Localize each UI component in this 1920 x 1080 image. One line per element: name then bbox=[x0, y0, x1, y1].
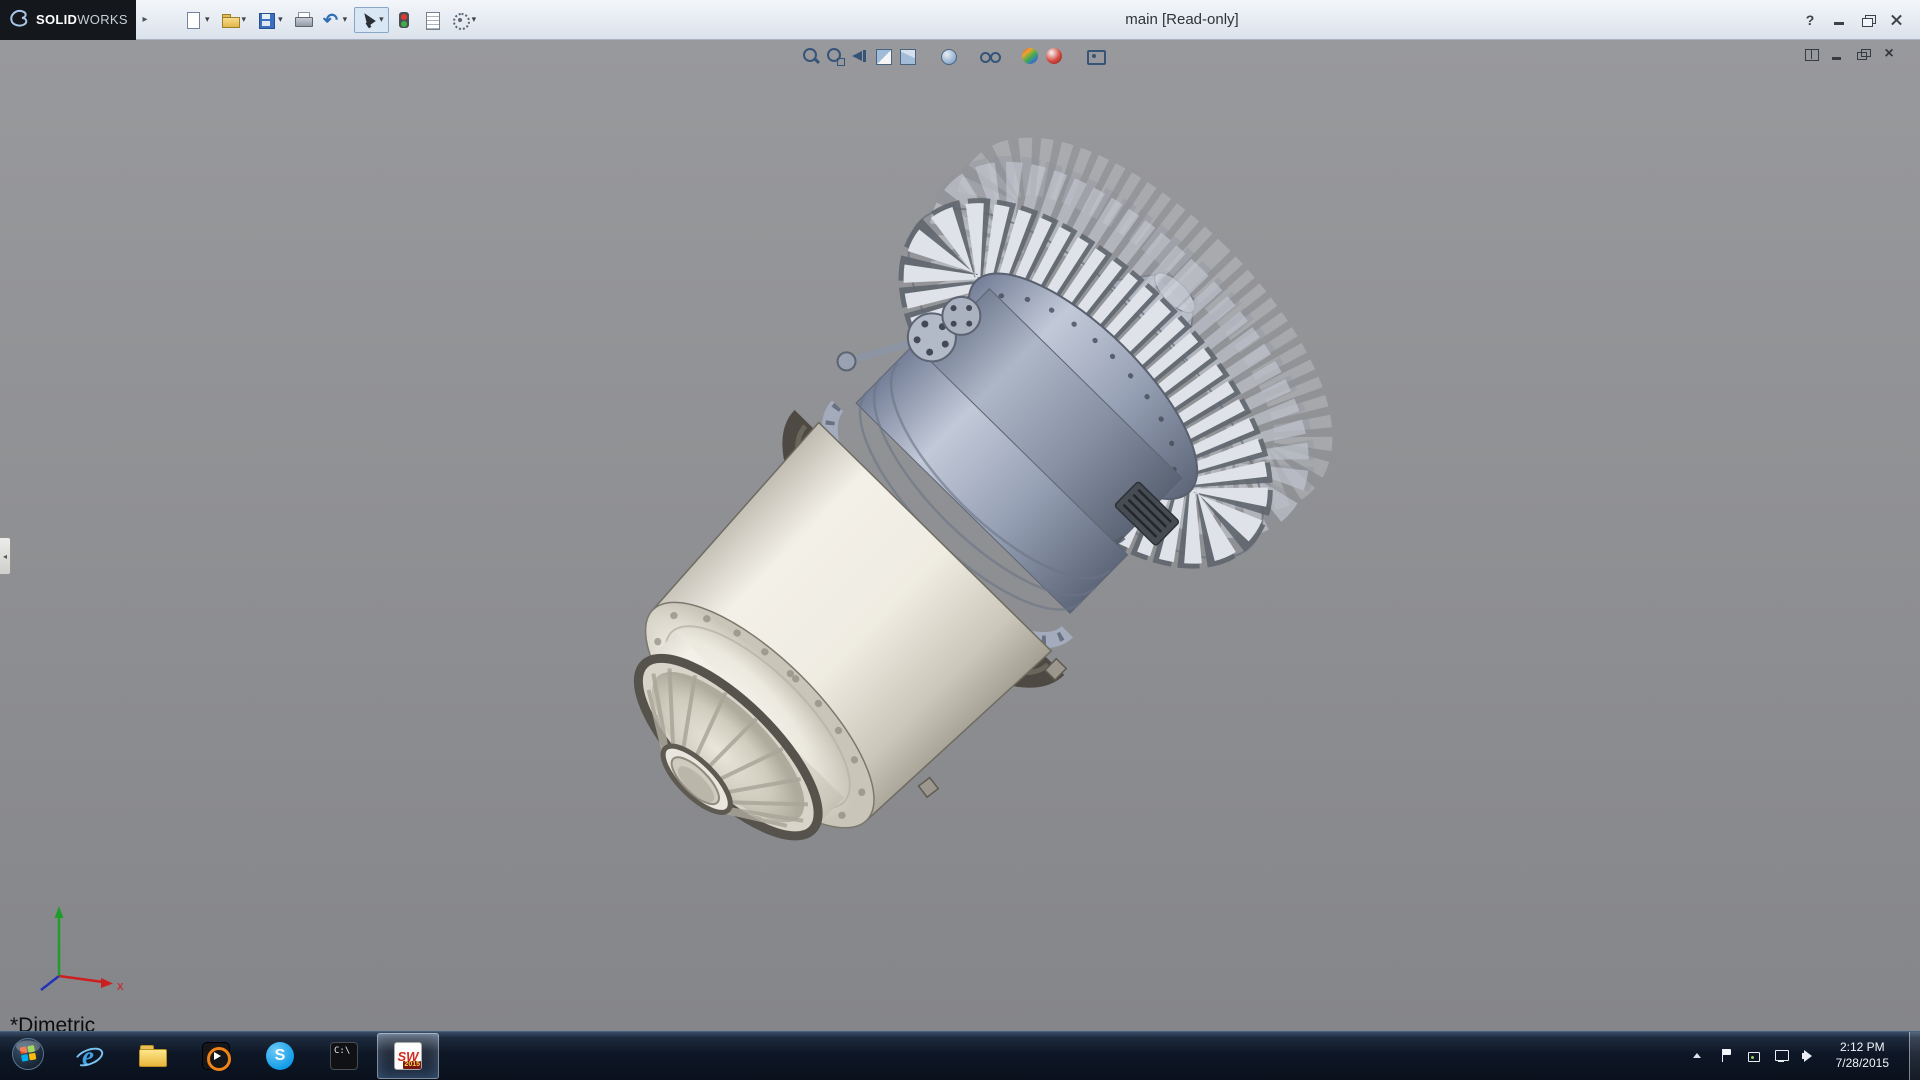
command-prompt-taskbar-button[interactable]: C:\ bbox=[313, 1033, 375, 1079]
window-controls: ? bbox=[1797, 9, 1920, 31]
solidworks-taskbar-button[interactable]: SW 2015 bbox=[377, 1033, 439, 1079]
print-button[interactable] bbox=[290, 7, 316, 33]
minimize-button[interactable] bbox=[1826, 9, 1852, 31]
restore-button[interactable] bbox=[1855, 9, 1881, 31]
solidworks-badge: 2015 bbox=[403, 1061, 421, 1069]
titlebar-toolbar: ▾ ▾ ▾ ↶ ▾ ▾ ▾ bbox=[180, 6, 482, 33]
tile-window-button[interactable] bbox=[1802, 45, 1820, 63]
media-player-taskbar-button[interactable] bbox=[185, 1033, 247, 1079]
titlebar: SOLIDWORKS ▸ ▾ ▾ ▾ ↶ ▾ ▾ ▾ main [Read-only] ? bbox=[0, 0, 1920, 40]
options-icon bbox=[450, 10, 470, 30]
dropdown-caret-icon[interactable]: ▾ bbox=[276, 14, 285, 25]
previous-view-icon[interactable] bbox=[848, 45, 870, 67]
open-icon bbox=[220, 10, 240, 30]
view-settings-icon[interactable] bbox=[1084, 45, 1106, 67]
file-properties-icon bbox=[422, 10, 442, 30]
system-tray: 2:12 PM 7/28/2015 bbox=[1688, 1031, 1920, 1080]
graphics-viewport[interactable]: × ◂ x *Dimetric bbox=[0, 40, 1920, 1031]
undo-button[interactable]: ↶ ▾ bbox=[318, 7, 353, 33]
select-icon bbox=[357, 10, 377, 30]
view-orientation-icon[interactable] bbox=[896, 45, 918, 67]
zoom-to-fit-icon[interactable] bbox=[800, 45, 822, 67]
save-button[interactable]: ▾ bbox=[253, 7, 288, 33]
volume-icon[interactable] bbox=[1800, 1047, 1818, 1065]
brand-name: SOLIDWORKS bbox=[36, 12, 128, 27]
edit-appearance-icon[interactable] bbox=[1019, 45, 1041, 67]
taskbar-clock[interactable]: 2:12 PM 7/28/2015 bbox=[1828, 1040, 1897, 1071]
3ds-logo-icon bbox=[8, 6, 30, 33]
rebuild-icon bbox=[394, 10, 414, 30]
action-center-icon[interactable] bbox=[1716, 1047, 1734, 1065]
print-icon bbox=[293, 10, 313, 30]
help-button[interactable]: ? bbox=[1797, 9, 1823, 31]
file-properties-button[interactable] bbox=[419, 7, 445, 33]
clock-date: 7/28/2015 bbox=[1835, 1056, 1889, 1070]
zoom-to-area-icon[interactable] bbox=[824, 45, 846, 67]
hidden-icons-icon[interactable] bbox=[1688, 1047, 1706, 1065]
triad-x-label: x bbox=[117, 978, 124, 993]
windows-explorer-icon bbox=[138, 1042, 167, 1070]
taskbar: e S C:\ SW 2015 2:12 PM 7/28/2015 bbox=[0, 1031, 1920, 1080]
minimize-doc-button[interactable] bbox=[1828, 45, 1846, 63]
usb-icon[interactable] bbox=[1744, 1047, 1762, 1065]
command-prompt-icon: C:\ bbox=[330, 1042, 358, 1070]
media-player-icon bbox=[202, 1042, 231, 1071]
windows-explorer-taskbar-button[interactable] bbox=[121, 1033, 183, 1079]
dropdown-caret-icon[interactable]: ▾ bbox=[240, 14, 249, 25]
dropdown-caret-icon[interactable]: ▾ bbox=[341, 14, 350, 25]
solidworks-brand: SOLIDWORKS bbox=[0, 0, 136, 40]
tray-icons bbox=[1688, 1047, 1818, 1065]
save-icon bbox=[256, 10, 276, 30]
internet-explorer-icon: e bbox=[74, 1042, 102, 1070]
internet-explorer-taskbar-button[interactable]: e bbox=[57, 1033, 119, 1079]
restore-doc-button[interactable] bbox=[1854, 45, 1872, 63]
select-button[interactable]: ▾ bbox=[354, 6, 389, 33]
windows-start-icon bbox=[11, 1037, 45, 1076]
view-orientation-label: *Dimetric bbox=[10, 1014, 96, 1031]
rebuild-button[interactable] bbox=[391, 7, 417, 33]
clock-time: 2:12 PM bbox=[1839, 1040, 1885, 1055]
dropdown-caret-icon[interactable]: ▾ bbox=[377, 14, 386, 25]
display-style-icon[interactable] bbox=[937, 45, 959, 67]
undo-icon: ↶ bbox=[323, 9, 339, 30]
menu-expand-button[interactable]: ▸ bbox=[136, 0, 154, 40]
skype-icon: S bbox=[266, 1042, 294, 1070]
new-document-button[interactable]: ▾ bbox=[180, 7, 215, 33]
skype-taskbar-button[interactable]: S bbox=[249, 1033, 311, 1079]
close-button[interactable] bbox=[1884, 9, 1910, 31]
taskbar-apps: e S C:\ SW 2015 bbox=[56, 1033, 440, 1079]
show-desktop-button[interactable] bbox=[1909, 1031, 1920, 1080]
network-icon[interactable] bbox=[1772, 1047, 1790, 1065]
hide-show-items-icon[interactable] bbox=[978, 45, 1001, 67]
dropdown-caret-icon[interactable]: ▾ bbox=[203, 14, 212, 25]
solidworks-icon: SW 2015 bbox=[394, 1042, 422, 1070]
document-title: main [Read-only] bbox=[1125, 11, 1239, 28]
headsup-toolbar bbox=[799, 45, 1107, 67]
dropdown-caret-icon[interactable]: ▾ bbox=[470, 14, 479, 25]
options-button[interactable]: ▾ bbox=[447, 7, 482, 33]
orientation-triad: x bbox=[40, 906, 124, 993]
apply-scene-icon[interactable] bbox=[1043, 45, 1065, 67]
panel-collapse-tab[interactable]: ◂ bbox=[0, 537, 11, 575]
start-button[interactable] bbox=[0, 1032, 56, 1080]
open-button[interactable]: ▾ bbox=[217, 7, 252, 33]
new-document-icon bbox=[183, 10, 203, 30]
close-doc-button[interactable]: × bbox=[1880, 45, 1898, 63]
section-view-icon[interactable] bbox=[872, 45, 894, 67]
doc-window-controls: × bbox=[1802, 45, 1898, 63]
engine-model bbox=[633, 137, 1333, 841]
